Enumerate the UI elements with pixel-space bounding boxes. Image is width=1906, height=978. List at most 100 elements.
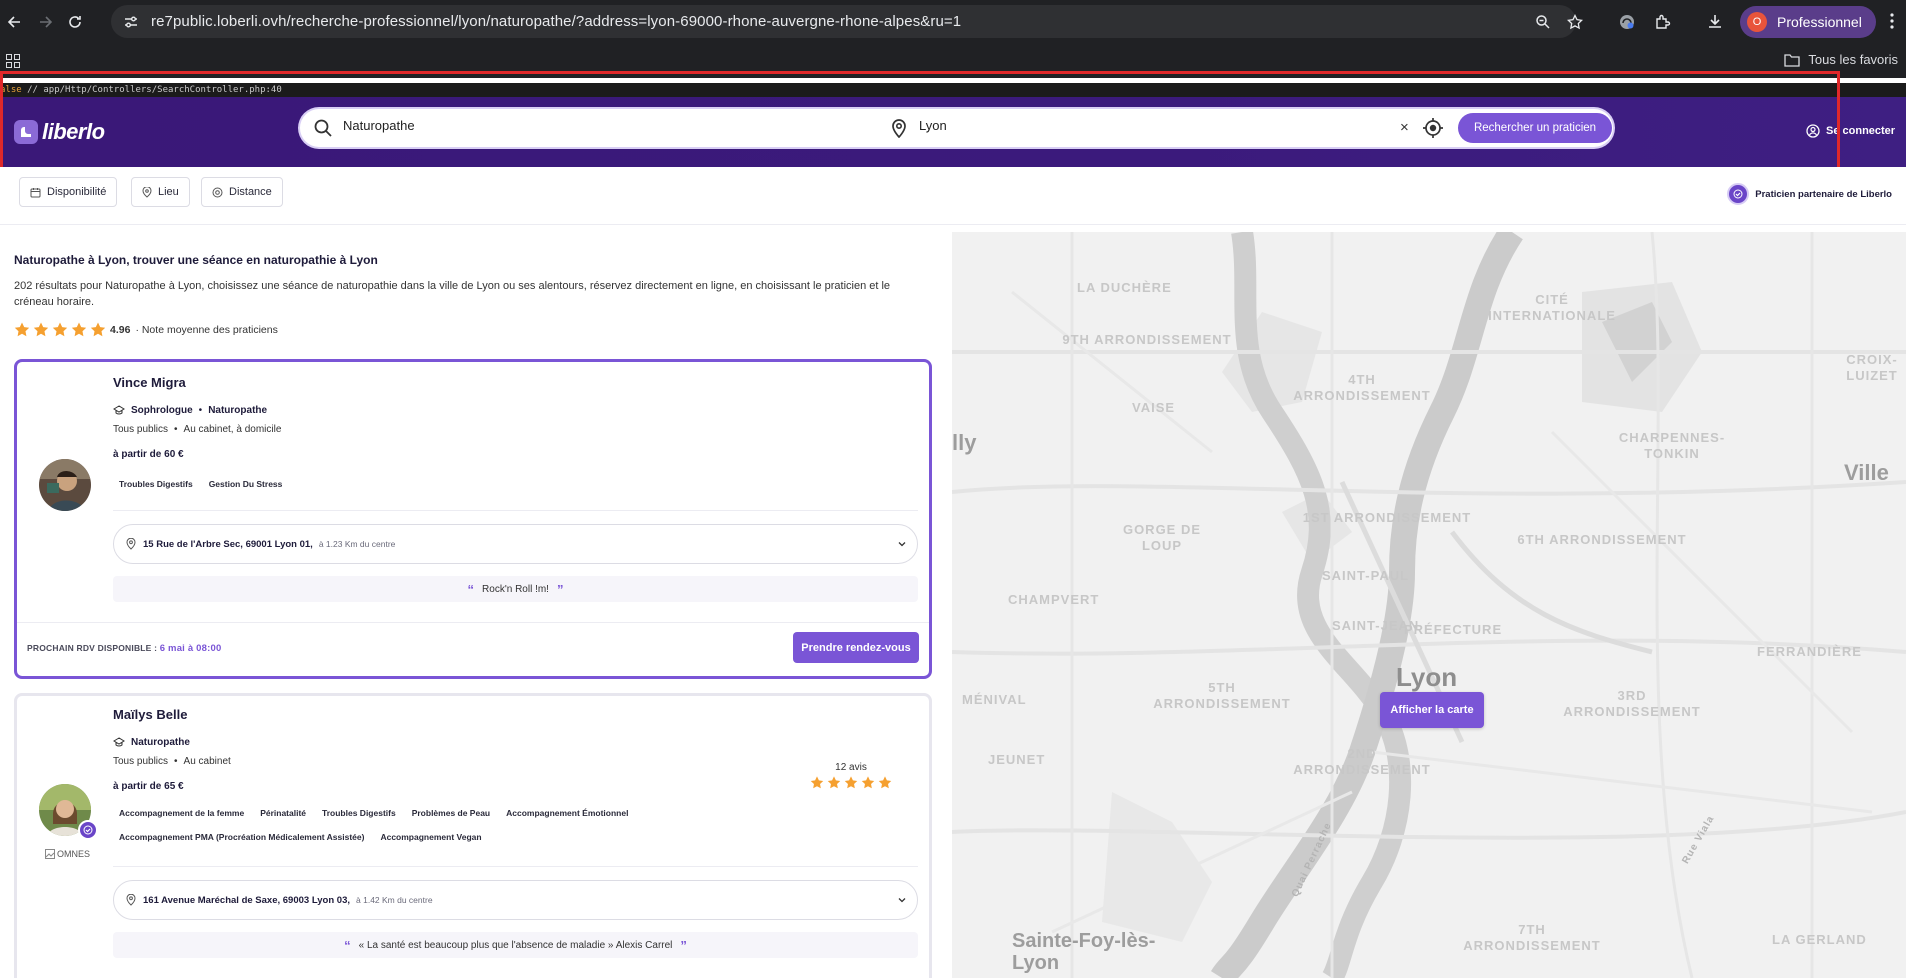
clear-location-button[interactable]: × (1400, 119, 1409, 136)
download-icon[interactable] (1704, 11, 1726, 33)
map-label-gerland: LA GERLAND (1772, 932, 1867, 947)
show-map-button[interactable]: Afficher la carte (1380, 692, 1484, 728)
next-appointment-date[interactable]: 6 mai à 08:00 (160, 643, 222, 654)
practitioner-name[interactable]: Maïlys Belle (113, 707, 187, 722)
average-stars (14, 322, 106, 337)
results-panel: Naturopathe à Lyon, trouver une séance e… (0, 226, 952, 978)
star-icon (90, 322, 106, 337)
puzzle-icon[interactable] (1652, 11, 1674, 33)
filter-distance-label: Distance (229, 186, 272, 198)
debug-path: // app/Http/Controllers/SearchController… (21, 85, 282, 95)
practitioner-name[interactable]: Vince Migra (113, 375, 186, 390)
average-rating-label: · Note moyenne des praticiens (135, 323, 278, 336)
broken-image: OMNES (45, 849, 90, 859)
apps-grid-icon[interactable] (6, 54, 20, 68)
map-label-arr1: 1ST ARRONDISSEMENT (1302, 510, 1472, 525)
next-appointment-label: PROCHAIN RDV DISPONIBLE : (27, 643, 158, 653)
tag: Gestion Du Stress (202, 475, 289, 493)
location-input[interactable] (919, 118, 1379, 133)
map-city-ville: Ville (1844, 460, 1889, 485)
login-button[interactable]: Se connecter (1806, 124, 1895, 138)
bookmark-star-icon[interactable] (1565, 12, 1585, 32)
address-dropdown[interactable]: 15 Rue de l'Arbre Sec, 69001 Lyon 01, à … (113, 524, 918, 564)
tag: Accompagnement Vegan (374, 828, 488, 846)
liberlo-logo[interactable]: liberlo (14, 119, 105, 145)
close-quote-icon: ” (556, 581, 564, 597)
star-icon (861, 776, 875, 789)
close-quote-icon: ” (680, 937, 687, 953)
open-quote-icon: “ (467, 581, 475, 597)
debug-dump-bar: alse // app/Http/Controllers/SearchContr… (0, 83, 1906, 97)
star-icon (33, 322, 49, 337)
profile-button[interactable]: O Professionnel (1740, 6, 1876, 38)
map-label-gorge: GORGE DE LOUP (1122, 522, 1202, 553)
broken-image-alt: OMNES (57, 849, 91, 859)
extension-icon[interactable] (1616, 11, 1638, 33)
star-icon (810, 776, 824, 789)
partner-legend-label: Praticien partenaire de Liberlo (1755, 188, 1892, 200)
practitioner-tags: Troubles Digestifs Gestion Du Stress (113, 475, 713, 499)
bookmarks-bar: Tous les favoris (0, 44, 1906, 78)
tag: Troubles Digestifs (113, 475, 199, 493)
calendar-icon (30, 187, 41, 197)
filter-distance[interactable]: Distance (201, 177, 283, 207)
open-quote-icon: “ (344, 937, 351, 953)
practitioner-quote: “ « La santé est beaucoup plus que l'abs… (113, 932, 918, 958)
forward-arrow-icon (40, 16, 53, 28)
results-description: 202 résultats pour Naturopathe à Lyon, c… (14, 280, 891, 308)
reload-button[interactable] (62, 9, 88, 35)
search-practitioner-button[interactable]: Rechercher un praticien (1458, 113, 1612, 143)
all-bookmarks-label: Tous les favoris (1808, 52, 1898, 67)
practitioner-tags: Accompagnement de la femme Périnatalité … (113, 804, 733, 852)
browser-menu-icon[interactable] (1890, 12, 1894, 30)
site-settings-icon[interactable] (121, 12, 141, 32)
average-rating: 4.96 · Note moyenne des praticiens (14, 322, 278, 337)
map-panel[interactable]: LA DUCHÈRE 9TH ARRONDISSEMENT VAISE 4TH … (952, 232, 1906, 978)
book-appointment-button[interactable]: Prendre rendez-vous (793, 632, 919, 663)
map-label-charpennes: CHARPENNES-TONKIN (1618, 430, 1726, 461)
target-icon (212, 187, 223, 197)
practitioner-reviews[interactable]: 12 avis (801, 762, 901, 789)
chevron-down-icon (897, 895, 907, 905)
specialty-input[interactable] (343, 118, 843, 133)
profile-avatar: O (1747, 12, 1767, 32)
consultation-modes: Au cabinet (183, 756, 231, 767)
zoom-icon[interactable] (1533, 12, 1553, 32)
map-label-croix: CROIX-LUIZET (1846, 352, 1898, 383)
folder-icon (1784, 53, 1801, 67)
logo-mark-icon (14, 120, 38, 144)
filter-place-label: Lieu (158, 186, 179, 198)
forward-button[interactable] (32, 9, 58, 35)
map-city-sainte-foy: Sainte-Foy-lès-Lyon (1012, 930, 1156, 974)
address-street: 161 Avenue Maréchal de Saxe, 69003 Lyon … (143, 894, 351, 906)
avatar[interactable] (39, 459, 91, 511)
filter-availability[interactable]: Disponibilité (19, 177, 118, 207)
broken-image-icon (45, 849, 55, 859)
partner-badge-icon (78, 820, 98, 840)
star-icon (52, 322, 68, 337)
consultation-modes: Au cabinet, à domicile (183, 424, 282, 435)
location-pin-icon (890, 118, 908, 138)
address-distance: à 1.23 Km du centre (318, 539, 396, 549)
back-button[interactable] (2, 9, 28, 35)
location-pin-icon (142, 186, 152, 198)
search-icon (313, 118, 333, 138)
address-dropdown[interactable]: 161 Avenue Maréchal de Saxe, 69003 Lyon … (113, 880, 918, 920)
page-title: Naturopathe à Lyon, trouver une séance e… (14, 253, 378, 267)
practitioner-card[interactable]: Vince Migra Sophrologue • Naturopathe To… (14, 359, 932, 679)
address-bar[interactable]: re7public.loberli.ovh/recherche-professi… (111, 5, 1583, 38)
map-label-vaise: VAISE (1132, 400, 1176, 415)
geolocate-icon[interactable] (1421, 116, 1445, 140)
logo-text: liberlo (42, 119, 105, 144)
star-icon (878, 776, 892, 789)
url-text[interactable]: re7public.loberli.ovh/recherche-professi… (151, 13, 961, 30)
practitioner-card[interactable]: OMNES Maïlys Belle Naturopathe Tous publ… (14, 693, 932, 978)
partner-badge-icon (1727, 183, 1750, 205)
filter-place[interactable]: Lieu (131, 177, 190, 207)
site-header: liberlo × Rechercher un praticien Se con… (0, 97, 1906, 167)
practitioner-audience: Tous publics • Au cabinet, à domicile (113, 424, 282, 435)
all-bookmarks-button[interactable]: Tous les favoris (1784, 52, 1898, 67)
tag: Accompagnement de la femme (113, 804, 251, 822)
specialty-1: Sophrologue (131, 405, 193, 416)
practitioner-specialties: Sophrologue • Naturopathe (113, 405, 267, 416)
